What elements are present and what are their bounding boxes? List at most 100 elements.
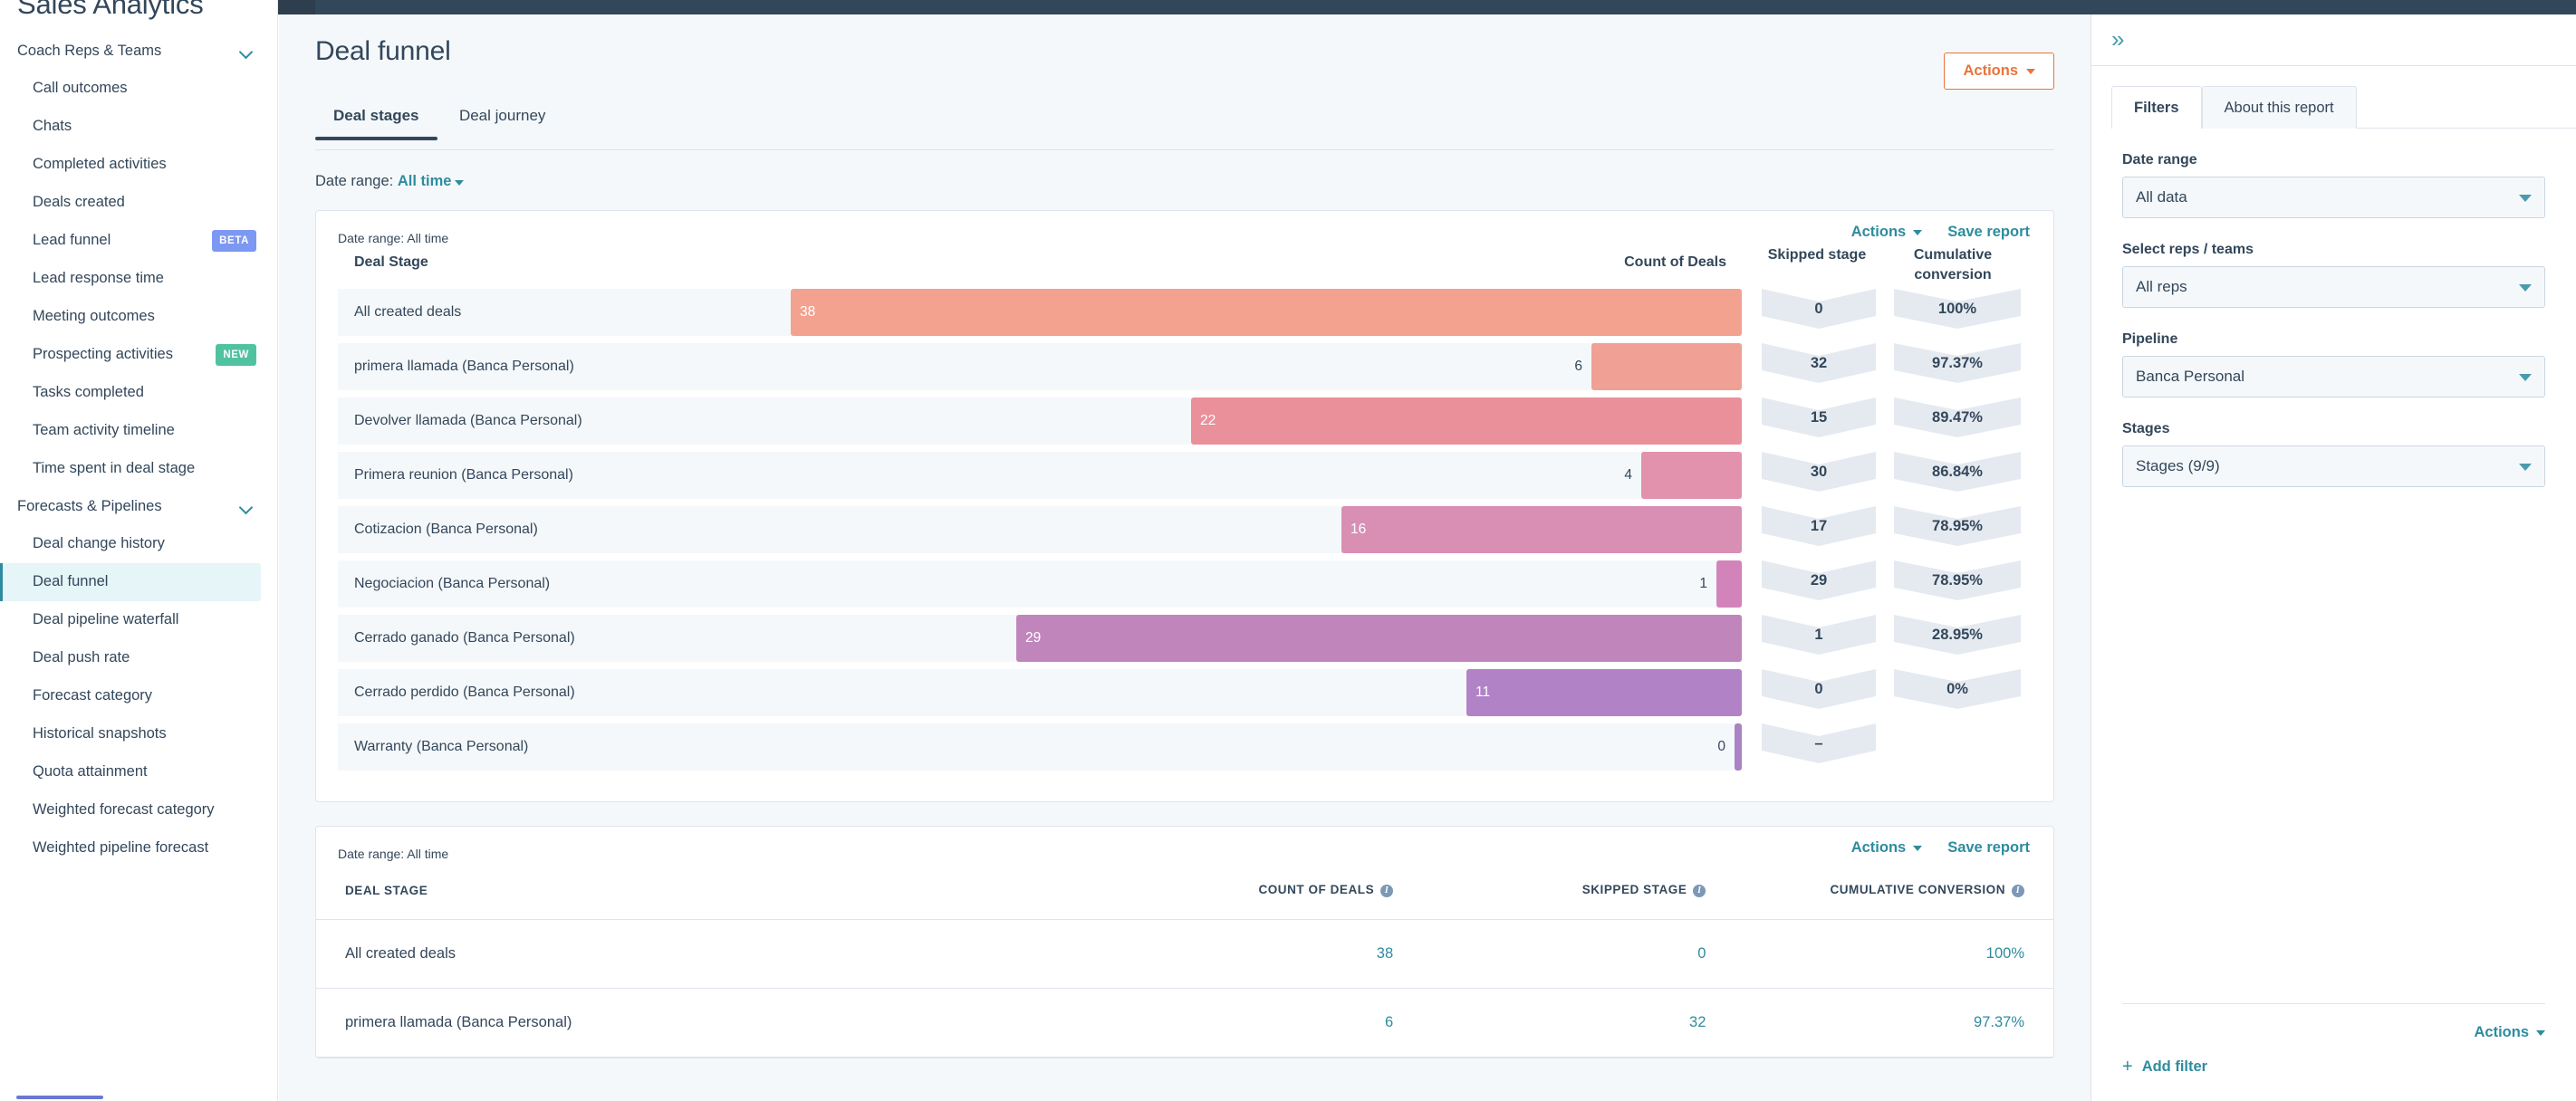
funnel-row: Cerrado perdido (Banca Personal) 11 0 0% (338, 669, 2032, 716)
th-cumulative-conversion: CUMULATIVE CONVERSION i (1706, 861, 2053, 920)
filter-selected-value: Stages (9/9) (2136, 457, 2220, 474)
sidebar-item-lead-response-time[interactable]: Lead response time (0, 260, 277, 298)
cumulative-conversion-cell: 100% (1894, 289, 2021, 329)
col-header-deal-stage: Deal Stage (354, 254, 428, 270)
sidebar-group-coach-reps-teams[interactable]: Coach Reps & Teams (0, 33, 277, 70)
table-save-report-button[interactable]: Save report (1947, 839, 2030, 857)
table-cell-conversion[interactable]: 97.37% (1706, 988, 2053, 1058)
funnel-row: All created deals 38 0 100% (338, 289, 2032, 336)
funnel-stage-label: Warranty (Banca Personal) (354, 739, 529, 754)
sidebar-item-forecast-category[interactable]: Forecast category (0, 677, 277, 715)
funnel-bar[interactable] (1716, 560, 1742, 608)
filter-select-select-reps-teams[interactable]: All reps (2122, 266, 2545, 308)
sidebar-item-tasks-completed[interactable]: Tasks completed (0, 374, 277, 412)
column-header-label: SKIPPED STAGE (1581, 883, 1687, 896)
tab-deal-stages[interactable]: Deal stages (315, 107, 437, 140)
filter-select-pipeline[interactable]: Banca Personal (2122, 356, 2545, 397)
footer-actions-row: Actions (2122, 1024, 2545, 1041)
chevron-down-icon (2536, 1029, 2545, 1036)
sidebar-item-badge: NEW (216, 344, 256, 366)
sidebar-item-prospecting-activities[interactable]: Prospecting activities NEW (0, 336, 277, 374)
sidebar-item-label: Historical snapshots (33, 725, 167, 742)
sidebar-item-label: Call outcomes (33, 80, 128, 97)
sidebar-item-deal-change-history[interactable]: Deal change history (0, 525, 277, 563)
sidebar-item-deal-push-rate[interactable]: Deal push rate (0, 639, 277, 677)
table-actions-label: Actions (1850, 839, 1907, 856)
info-icon[interactable]: i (1380, 885, 1394, 897)
funnel-bar[interactable]: 11 (1466, 669, 1742, 716)
chevron-down-icon (1913, 845, 1923, 851)
funnel-bar[interactable]: 16 (1341, 506, 1742, 553)
table-cell-skipped[interactable]: 0 (1393, 919, 1706, 989)
tab-filters[interactable]: Filters (2111, 86, 2202, 129)
table-cell-count[interactable]: 38 (1080, 919, 1394, 989)
page-actions-button[interactable]: Actions (1944, 53, 2054, 90)
sidebar-item-lead-funnel[interactable]: Lead funnel BETA (0, 222, 277, 260)
double-chevron-right-icon[interactable]: » (2111, 27, 2124, 51)
funnel-stage-label: Cerrado perdido (Banca Personal) (354, 685, 575, 700)
funnel-bar-value: 11 (1475, 685, 1491, 700)
sidebar-item-label: Prospecting activities (33, 346, 173, 363)
table-actions-button[interactable]: Actions (1851, 839, 1923, 857)
funnel-bar[interactable] (1591, 343, 1742, 390)
funnel-bar-value: 4 (1624, 467, 1632, 483)
sidebar-item-label: Lead funnel (33, 232, 111, 249)
funnel-bar[interactable]: 29 (1016, 615, 1742, 662)
sidebar-item-label: Chats (33, 118, 72, 135)
info-icon[interactable]: i (1693, 885, 1706, 897)
funnel-chart: Deal Stage Count of Deals Skipped stage … (316, 247, 2053, 801)
filters-panel-footer: Actions + Add filter (2122, 1003, 2545, 1076)
add-filter-button[interactable]: + Add filter (2122, 1058, 2545, 1076)
sidebar-item-completed-activities[interactable]: Completed activities (0, 146, 277, 184)
date-range-value[interactable]: All time (398, 173, 452, 189)
sidebar-item-call-outcomes[interactable]: Call outcomes (0, 70, 277, 108)
table-cell-skipped[interactable]: 32 (1393, 988, 1706, 1058)
sidebar-item-historical-snapshots[interactable]: Historical snapshots (0, 715, 277, 753)
filters-actions-button[interactable]: Actions (2474, 1024, 2545, 1041)
funnel-save-report-button[interactable]: Save report (1947, 224, 2030, 241)
table-cell-count[interactable]: 6 (1080, 988, 1394, 1058)
filters-panel-header: » (2091, 14, 2576, 66)
chevron-down-icon (2519, 284, 2532, 292)
funnel-bar-value: 1 (1699, 576, 1707, 591)
funnel-bar[interactable]: 38 (791, 289, 1742, 336)
table-body: All created deals 38 0 100% primera llamada … (316, 919, 2053, 1058)
filter-label-pipeline: Pipeline (2122, 331, 2178, 347)
sidebar-item-deal-funnel[interactable]: Deal funnel (0, 563, 261, 601)
sidebar-item-time-spent-in-deal-stage[interactable]: Time spent in deal stage (0, 450, 277, 488)
sidebar-nav: Coach Reps & Teams Call outcomes Chats Comp… (0, 33, 277, 867)
date-range-caret-icon[interactable] (455, 180, 465, 186)
funnel-bar[interactable] (1641, 452, 1742, 499)
sidebar-item-quota-attainment[interactable]: Quota attainment (0, 753, 277, 791)
table-header-row: DEAL STAGE COUNT OF DEALS i SKIPPED STAGE i C… (316, 861, 2053, 920)
sidebar-item-label: Lead response time (33, 270, 164, 287)
sidebar-item-meeting-outcomes[interactable]: Meeting outcomes (0, 298, 277, 336)
tab-about-this-report[interactable]: About this report (2201, 86, 2357, 129)
funnel-actions-button[interactable]: Actions (1851, 224, 1923, 241)
funnel-bar-track: 1 (791, 560, 1742, 608)
tab-deal-journey[interactable]: Deal journey (441, 107, 563, 139)
funnel-row: Warranty (Banca Personal) 0 – (338, 723, 2032, 771)
funnel-row: Devolver llamada (Banca Personal) 22 15 89.… (338, 397, 2032, 445)
filter-select-stages[interactable]: Stages (9/9) (2122, 445, 2545, 487)
sidebar-item-deal-pipeline-waterfall[interactable]: Deal pipeline waterfall (0, 601, 277, 639)
sidebar-item-label: Quota attainment (33, 763, 148, 780)
filter-selected-value: Banca Personal (2136, 368, 2245, 385)
sidebar-item-chats[interactable]: Chats (0, 108, 277, 146)
filter-select-date-range[interactable]: All data (2122, 177, 2545, 218)
skipped-stage-cell: 29 (1762, 560, 1876, 600)
sidebar-group-forecasts-pipelines[interactable]: Forecasts & Pipelines (0, 488, 277, 525)
funnel-row: Primera reunion (Banca Personal) 4 30 86.84… (338, 452, 2032, 499)
funnel-bar[interactable] (1735, 723, 1742, 771)
funnel-stage-label: Primera reunion (Banca Personal) (354, 467, 573, 483)
table-cell-conversion[interactable]: 100% (1706, 919, 2053, 989)
sidebar-item-deals-created[interactable]: Deals created (0, 184, 277, 222)
sidebar-item-weighted-forecast-category[interactable]: Weighted forecast category (0, 791, 277, 829)
funnel-bar-value: 22 (1200, 413, 1216, 428)
funnel-bar[interactable]: 22 (1191, 397, 1742, 445)
sidebar-item-team-activity-timeline[interactable]: Team activity timeline (0, 412, 277, 450)
info-icon[interactable]: i (2012, 885, 2024, 897)
column-header-label: COUNT OF DEALS (1258, 883, 1375, 896)
sidebar-item-weighted-pipeline-forecast[interactable]: Weighted pipeline forecast (0, 829, 277, 867)
sidebar-item-label: Forecast category (33, 687, 153, 704)
